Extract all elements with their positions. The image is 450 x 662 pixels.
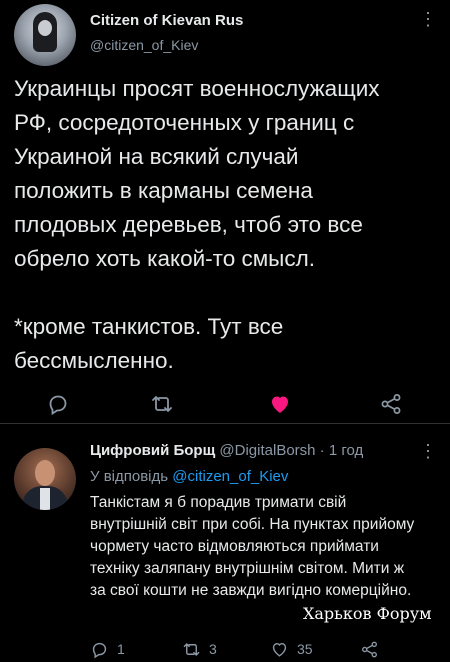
reply-author-handle[interactable]: @DigitalBorsh (219, 442, 315, 459)
comment-icon (92, 642, 107, 658)
share-icon (362, 641, 377, 657)
author-name[interactable]: Citizen of Kievan Rus (90, 12, 243, 29)
reply-author-avatar[interactable] (14, 448, 76, 510)
retweet-button[interactable] (150, 392, 174, 416)
heart-icon (272, 396, 288, 413)
heart-icon (272, 642, 287, 657)
retweet-icon (152, 396, 172, 412)
more-options-icon[interactable]: ⋮ (418, 8, 438, 30)
reply-to-mention[interactable]: @citizen_of_Kiev (172, 468, 288, 485)
reply-to-line: У відповідь @citizen_of_Kiev (90, 468, 288, 485)
retweet-icon (183, 642, 200, 656)
tweet-text: Украинцы просят военнослужащих РФ, сосре… (14, 76, 380, 373)
author-handle[interactable]: @citizen_of_Kiev (90, 37, 198, 53)
reply-like-button[interactable]: 35 (270, 638, 313, 660)
share-icon (381, 394, 401, 414)
reply-share-button[interactable] (360, 638, 379, 660)
avatar-shirt (40, 488, 50, 510)
reply-tweet: Цифровий Борщ @DigitalBorsh · 1 год ⋮ У … (0, 424, 450, 662)
reply-more-options-icon[interactable]: ⋮ (418, 440, 438, 462)
reply-retweet-button[interactable]: 3 (182, 638, 217, 660)
reply-likes-count: 35 (297, 641, 313, 657)
reply-button[interactable] (46, 392, 70, 416)
reply-reply-button[interactable]: 1 (90, 638, 125, 660)
avatar-head (35, 460, 55, 486)
avatar-face (38, 20, 52, 36)
reply-time[interactable]: 1 год (329, 442, 363, 459)
author-avatar[interactable] (14, 4, 76, 66)
reply-retweets-count: 3 (209, 641, 217, 657)
reply-replies-count: 1 (117, 641, 125, 657)
reply-author-name[interactable]: Цифровий Борщ (90, 442, 215, 459)
comment-icon (49, 395, 67, 416)
reply-text: Танкістам я б порадив тримати свій внутр… (90, 494, 415, 599)
watermark: Харьков Форум (303, 604, 432, 623)
share-button[interactable] (379, 392, 403, 416)
like-button[interactable] (268, 392, 292, 416)
reply-separator: · (319, 442, 325, 459)
reply-to-prefix: У відповідь (90, 468, 169, 485)
main-tweet: Citizen of Kievan Rus @citizen_of_Kiev ⋮… (0, 0, 450, 423)
reply-header: Цифровий Борщ @DigitalBorsh · 1 год (90, 442, 363, 459)
